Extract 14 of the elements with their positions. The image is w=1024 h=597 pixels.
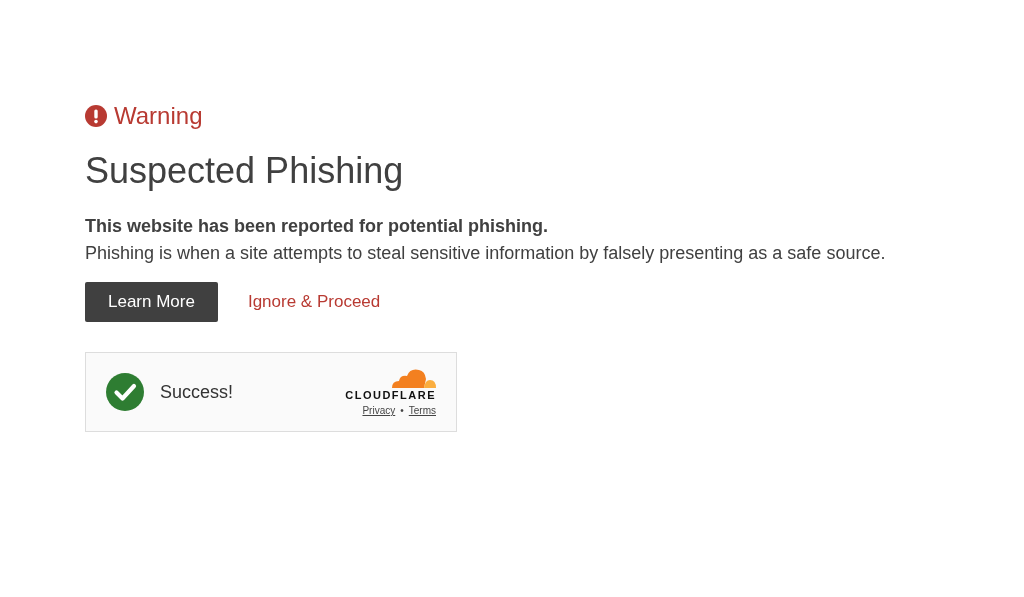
cloud-icon — [390, 368, 436, 388]
status-text: Success! — [160, 381, 235, 403]
warning-label: Warning — [114, 102, 203, 130]
learn-more-button[interactable]: Learn More — [85, 282, 218, 322]
exclamation-icon — [85, 105, 107, 127]
separator-dot: • — [400, 405, 404, 416]
brand-wordmark: CLOUDFLARE — [345, 389, 436, 401]
proceed-link[interactable]: Ignore & Proceed — [247, 292, 381, 312]
lead-text: This website has been reported for potential phishing. — [85, 216, 550, 237]
check-icon — [106, 373, 144, 411]
page-title: Suspected Phishing — [85, 150, 405, 192]
terms-link[interactable]: Terms — [408, 405, 436, 416]
description-text: Phishing is when a site attempts to steal sensitive information by falsely presenting as a safe source. — [85, 243, 887, 264]
privacy-link[interactable]: Privacy — [362, 405, 396, 416]
